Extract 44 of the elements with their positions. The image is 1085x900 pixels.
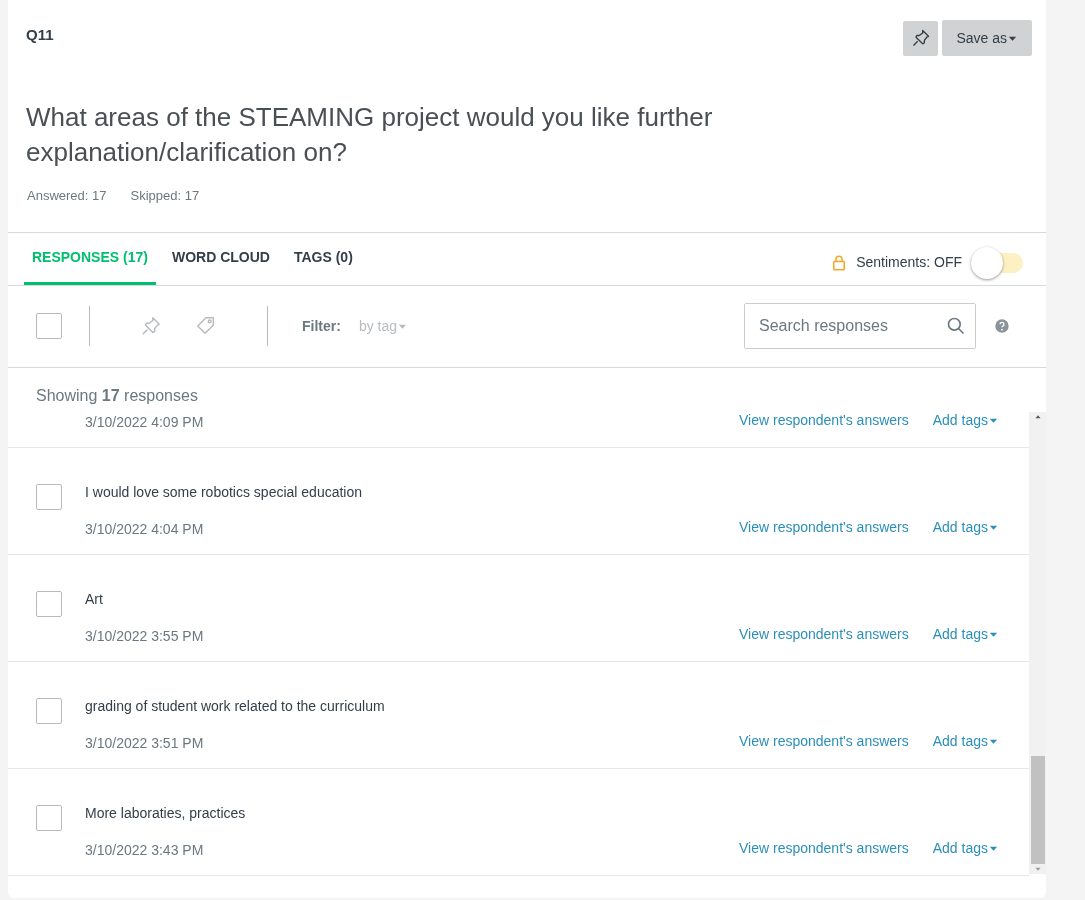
add-tags-link[interactable]: Add tags xyxy=(932,409,999,431)
add-tags-link[interactable]: Add tags xyxy=(932,516,999,538)
response-count: Showing 17 responses xyxy=(35,385,199,406)
response-checkbox[interactable] xyxy=(36,804,62,831)
response-text: grading of student work related to the curriculum xyxy=(85,696,386,716)
add-tags-link[interactable]: Add tags xyxy=(932,837,999,859)
view-answers-link[interactable]: View respondent's answers xyxy=(739,623,909,645)
answered-count: Answered: 17 xyxy=(27,187,107,205)
tag-icon[interactable] xyxy=(195,315,217,337)
response-checkbox[interactable] xyxy=(36,590,62,617)
response-date: 3/10/2022 3:55 PM xyxy=(85,626,205,646)
response-checkbox[interactable] xyxy=(36,697,62,724)
select-all-checkbox[interactable] xyxy=(36,313,62,339)
response-date: 3/10/2022 3:51 PM xyxy=(85,733,205,753)
help-icon[interactable] xyxy=(994,318,1010,334)
response-text: Art xyxy=(85,589,104,609)
response-text: More laboraties, practices xyxy=(85,803,247,823)
tab[interactable]: TAGS (0) xyxy=(285,232,361,285)
scrollbar[interactable] xyxy=(1029,411,1046,874)
search-field[interactable]: Search responses xyxy=(744,303,976,349)
pin-icon[interactable] xyxy=(140,315,162,337)
save-as-button[interactable]: Save as xyxy=(942,20,1032,56)
view-answers-link[interactable]: View respondent's answers xyxy=(739,837,909,859)
question-text: What areas of the STEAMING project would you like further explanation/clarification on? xyxy=(26,101,714,169)
response-date: 3/10/2022 4:04 PM xyxy=(85,519,205,539)
tab[interactable]: WORD CLOUD xyxy=(163,232,278,285)
tab[interactable]: RESPONSES (17) xyxy=(24,232,156,285)
pin-button[interactable] xyxy=(903,20,939,56)
sentiments-label: Sentiments: OFF xyxy=(856,253,962,272)
add-tags-link[interactable]: Add tags xyxy=(932,623,999,645)
view-answers-link[interactable]: View respondent's answers xyxy=(739,409,909,431)
filter-label: Filter: xyxy=(302,316,341,336)
response-checkbox[interactable] xyxy=(36,483,62,510)
question-number: Q11 xyxy=(26,25,54,45)
search-icon xyxy=(946,316,966,336)
skipped-count: Skipped: 17 xyxy=(130,187,200,205)
response-date: 3/10/2022 4:09 PM xyxy=(85,412,205,432)
scrollbar-thumb[interactable] xyxy=(1030,755,1045,864)
view-answers-link[interactable]: View respondent's answers xyxy=(739,730,909,752)
view-answers-link[interactable]: View respondent's answers xyxy=(739,516,909,538)
response-text: I would love some robotics special education xyxy=(85,482,364,502)
add-tags-link[interactable]: Add tags xyxy=(932,730,999,752)
sentiments-toggle[interactable] xyxy=(970,245,1024,280)
response-date: 3/10/2022 3:43 PM xyxy=(85,840,205,860)
